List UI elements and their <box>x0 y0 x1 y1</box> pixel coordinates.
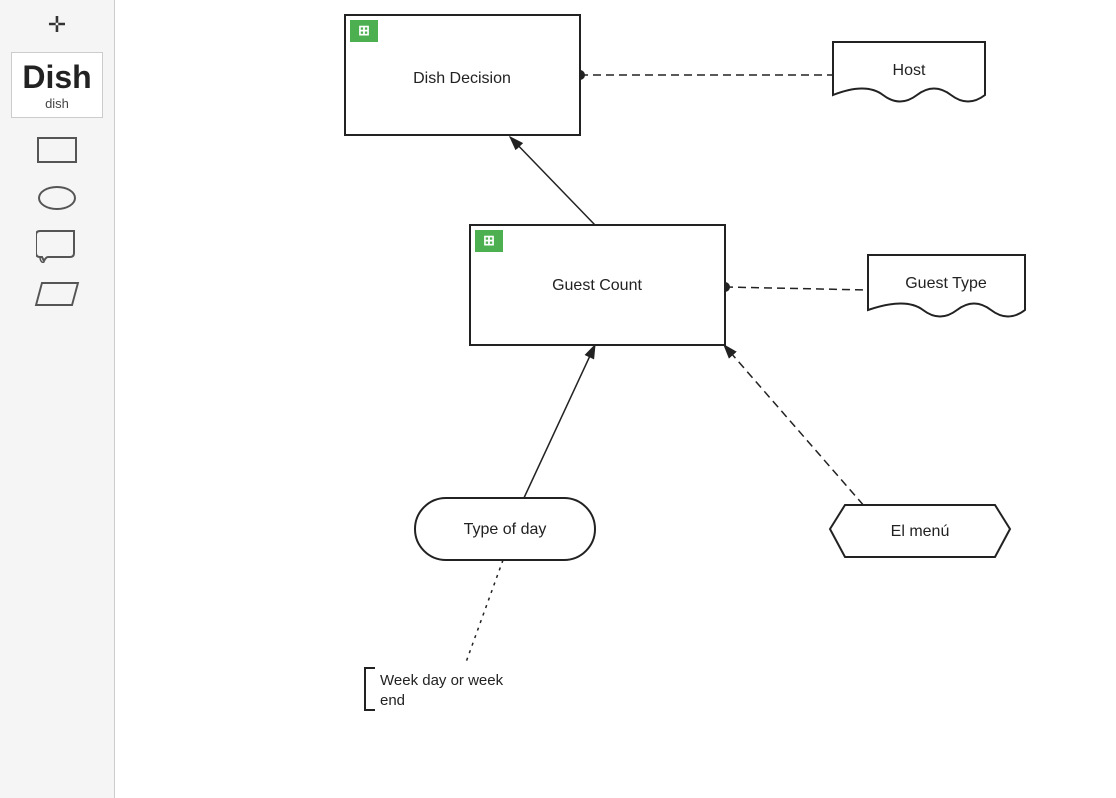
el-menu-label: El menú <box>891 523 950 540</box>
guest-count-label: Guest Count <box>552 277 642 294</box>
dish-decision-label: Dish Decision <box>413 70 511 87</box>
dish-element[interactable]: Dish dish <box>11 52 102 118</box>
rectangle-shape <box>37 137 77 163</box>
host-label: Host <box>893 62 926 79</box>
parallelogram-tool[interactable] <box>33 278 81 310</box>
guest-count-icon-text: ⊞ <box>483 232 495 248</box>
dish-decision-icon-text: ⊞ <box>358 22 370 38</box>
type-of-day-label: Type of day <box>464 521 547 538</box>
diagram-canvas: ⊞ Dish Decision Host ⊞ Guest Count Guest… <box>115 0 1116 798</box>
edge-typeofday-to-guestcount <box>523 345 595 500</box>
rectangle-tool[interactable] <box>33 134 81 166</box>
dish-sub-label: dish <box>45 96 69 111</box>
toolbar: ✛ Dish dish <box>0 0 115 798</box>
parallelogram-shape <box>35 282 79 306</box>
week-day-note-label2: end <box>380 692 405 709</box>
oval-shape <box>38 186 76 210</box>
cursor-tool[interactable]: ✛ <box>44 10 70 40</box>
oval-tool[interactable] <box>33 182 81 214</box>
edge-guest-count-to-type <box>725 287 868 290</box>
week-day-bracket <box>365 668 375 710</box>
speech-tool[interactable] <box>33 230 81 262</box>
edge-guest-count-to-dish <box>510 137 595 225</box>
speech-shape <box>36 229 78 263</box>
cursor-icon: ✛ <box>48 14 66 36</box>
week-day-note-label: Week day or week <box>380 672 504 689</box>
edge-typeofday-to-note <box>465 560 503 665</box>
edge-elmenu-to-guestcount <box>724 345 872 515</box>
dish-label: Dish <box>22 59 91 96</box>
diagram-svg: ⊞ Dish Decision Host ⊞ Guest Count Guest… <box>115 0 1116 798</box>
guest-type-label: Guest Type <box>905 275 987 292</box>
